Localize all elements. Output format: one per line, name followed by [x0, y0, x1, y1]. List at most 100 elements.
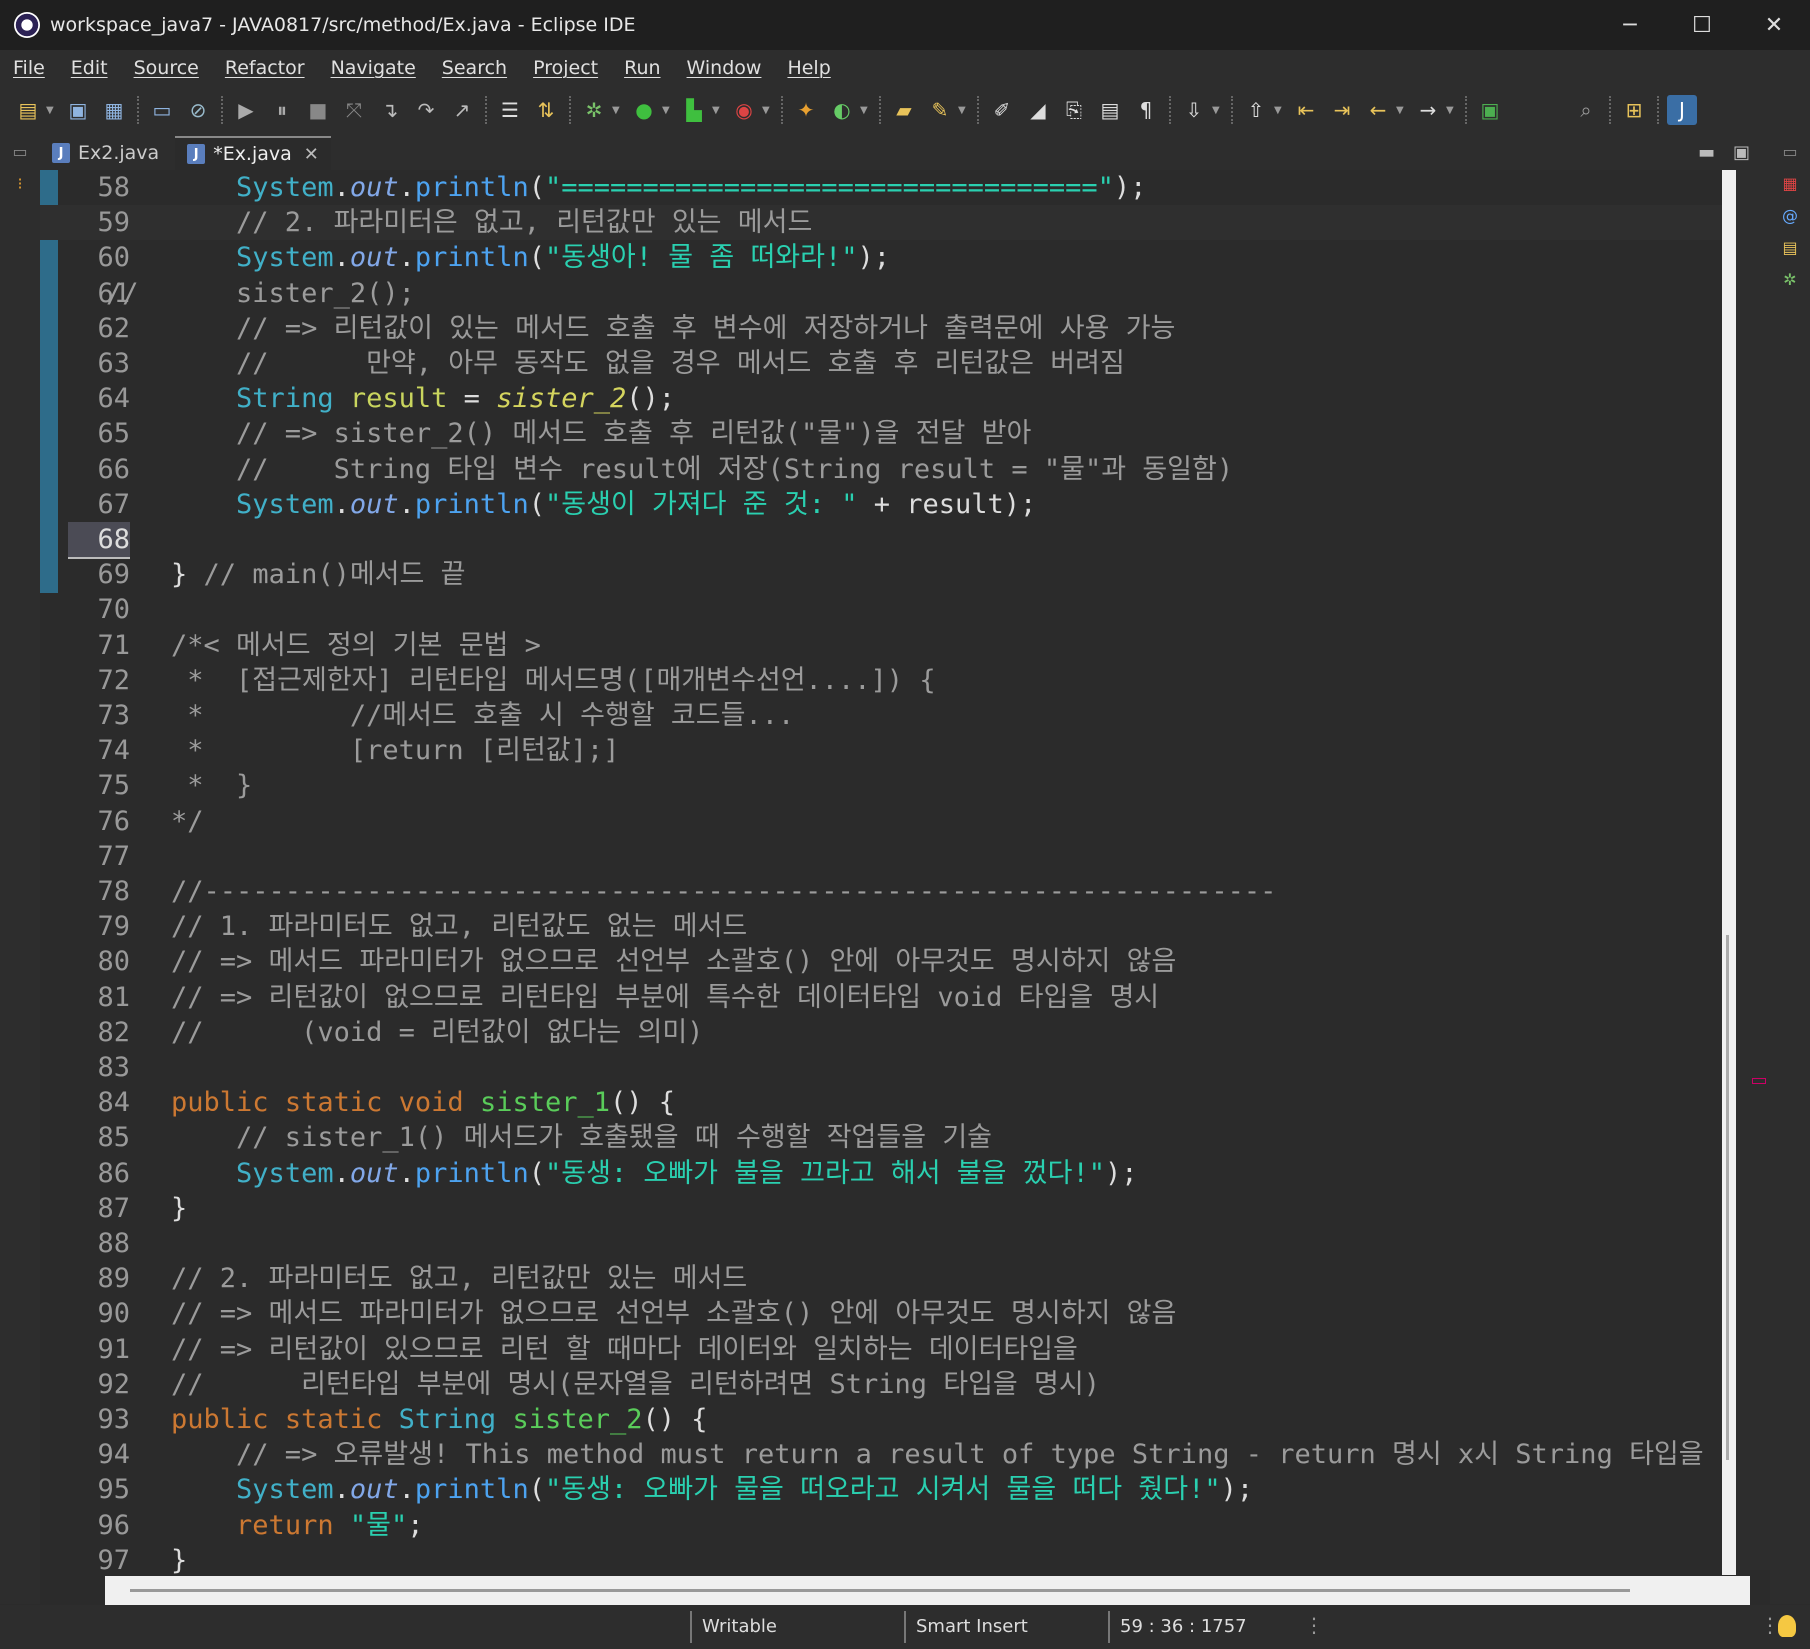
use-step-filters-icon[interactable]: ☰ — [495, 95, 525, 125]
suspend-icon[interactable]: ⏸ — [267, 95, 297, 125]
vertical-scroll-thumb[interactable] — [1726, 935, 1729, 1460]
code-line[interactable]: 91 // => 리턴값이 있으므로 리턴 할 때마다 데이터와 일치하는 데이… — [40, 1332, 1740, 1367]
last-edit-location-icon[interactable]: ⇤ — [1291, 95, 1321, 125]
external-tools-dropdown-icon[interactable]: ▼ — [762, 105, 774, 116]
resume-icon[interactable]: ▶ — [231, 95, 261, 125]
code-line[interactable]: 74 * [return [리턴값];] — [40, 733, 1740, 768]
code-line[interactable]: 97 } — [40, 1543, 1740, 1578]
code-line[interactable]: 60 System.out.println("동생아! 물 좀 떠와라!"); — [40, 240, 1740, 275]
tab-ex2-java[interactable]: J Ex2.java — [40, 136, 171, 170]
maximize-button[interactable]: ☐ — [1666, 0, 1738, 50]
back-dropdown-icon[interactable]: ▼ — [1396, 105, 1408, 116]
horizontal-scroll-thumb[interactable] — [130, 1589, 1630, 1592]
code-line[interactable]: 67 System.out.println("동생이 가져다 준 것: " + … — [40, 487, 1740, 522]
code-line[interactable]: 70 — [40, 592, 1740, 627]
save-all-icon[interactable]: ▦ — [99, 95, 129, 125]
forward-icon[interactable]: → — [1413, 95, 1443, 125]
problems-icon[interactable]: ✲ — [1778, 270, 1802, 294]
menu-search[interactable]: Search — [429, 57, 520, 79]
menu-edit[interactable]: Edit — [58, 57, 121, 79]
restore-icon[interactable]: ▭ — [8, 142, 32, 166]
code-line[interactable]: 94 // => 오류발생! This method must return a… — [40, 1437, 1770, 1472]
menu-refactor[interactable]: Refactor — [212, 57, 318, 79]
code-line[interactable]: 83 — [40, 1050, 1740, 1085]
search-tool-icon[interactable]: ✎ — [925, 95, 955, 125]
new-class-icon[interactable]: ◐ — [827, 95, 857, 125]
back-icon[interactable]: ← — [1363, 95, 1393, 125]
javadoc-icon[interactable]: @ — [1778, 206, 1802, 230]
code-line[interactable]: 61// sister_2(); — [40, 276, 1740, 311]
restore-icon[interactable]: ▭ — [1778, 142, 1802, 166]
vertical-scrollbar[interactable] — [1722, 170, 1736, 1575]
open-type-icon[interactable]: ▰ — [889, 95, 919, 125]
drop-to-frame-icon[interactable]: ⇅ — [531, 95, 561, 125]
search-tool-dropdown-icon[interactable]: ▼ — [958, 105, 970, 116]
coverage-icon[interactable]: ▙ — [679, 95, 709, 125]
status-overflow-icon[interactable]: ⋮ — [1760, 1613, 1780, 1637]
next-annotation-dropdown-icon[interactable]: ▼ — [1212, 105, 1224, 116]
outline-icon[interactable]: ▦ — [1778, 174, 1802, 198]
menu-source[interactable]: Source — [121, 57, 212, 79]
close-window-button[interactable]: ✕ — [1738, 0, 1810, 50]
status-insert-mode[interactable]: Smart Insert — [904, 1611, 1104, 1643]
maximize-view-icon[interactable]: ▣ — [1733, 142, 1750, 163]
code-line[interactable]: 84 public static void sister_1() { — [40, 1085, 1740, 1120]
code-editor[interactable]: 58 System.out.println("=================… — [40, 170, 1770, 1605]
search-icon[interactable]: ⌕ — [1571, 95, 1601, 125]
code-line[interactable]: 86 System.out.println("동생: 오빠가 불을 끄라고 해서… — [40, 1156, 1740, 1191]
code-line[interactable]: 90 // => 메서드 파라미터가 없으므로 선언부 소괄호() 안에 아무것… — [40, 1296, 1740, 1331]
code-line[interactable]: 76 */ — [40, 804, 1740, 839]
code-line[interactable]: 87 } — [40, 1191, 1740, 1226]
code-line[interactable]: 71 /*< 메서드 정의 기본 문법 > — [40, 628, 1740, 663]
code-line[interactable]: 82 // (void = 리턴값이 없다는 의미) — [40, 1015, 1740, 1050]
debug-icon[interactable]: ✲ — [579, 95, 609, 125]
new-dropdown-icon[interactable]: ▼ — [46, 105, 58, 116]
step-return-icon[interactable]: ↗ — [447, 95, 477, 125]
code-line[interactable]: 88 — [40, 1226, 1740, 1261]
menu-run[interactable]: Run — [611, 57, 673, 79]
new-icon[interactable]: ▤ — [13, 95, 43, 125]
code-line[interactable]: 77 — [40, 839, 1740, 874]
close-tab-icon[interactable]: ✕ — [304, 144, 319, 165]
menu-navigate[interactable]: Navigate — [318, 57, 429, 79]
code-line[interactable]: 63 // 만약, 아무 동작도 없을 경우 메서드 호출 후 리턴값은 버려짐 — [40, 346, 1740, 381]
terminal-icon[interactable]: ▭ — [147, 95, 177, 125]
code-line[interactable]: 78 //-----------------------------------… — [40, 874, 1740, 909]
code-line[interactable]: 75 * } — [40, 768, 1740, 803]
code-line[interactable]: 69 } // main()메서드 끝 — [40, 557, 1740, 592]
code-line[interactable]: 79 // 1. 파라미터도 없고, 리턴값도 없는 메서드 — [40, 909, 1740, 944]
toggle-word-wrap-icon[interactable]: ◢ — [1023, 95, 1053, 125]
occurrence-marker[interactable] — [1752, 1078, 1766, 1084]
code-line[interactable]: 96 return "물"; — [40, 1508, 1740, 1543]
code-line[interactable]: 80 // => 메서드 파라미터가 없으므로 선언부 소괄호() 안에 아무것… — [40, 944, 1740, 979]
code-line[interactable]: 85 // sister_1() 메서드가 호출됐을 때 수행할 작업들을 기술 — [40, 1120, 1740, 1155]
toggle-mark-occurrences-icon[interactable]: ✐ — [987, 95, 1017, 125]
code-line[interactable]: 73 * //메서드 호출 시 수행할 코드들... — [40, 698, 1740, 733]
run-dropdown-icon[interactable]: ▼ — [662, 105, 674, 116]
save-icon[interactable]: ▣ — [63, 95, 93, 125]
code-line[interactable]: 62 // => 리턴값이 있는 메서드 호출 후 변수에 저장하거나 출력문에… — [40, 311, 1740, 346]
code-line[interactable]: 65 // => sister_2() 메서드 호출 후 리턴값("물")을 전… — [40, 416, 1740, 451]
external-tools-icon[interactable]: ◉ — [729, 95, 759, 125]
java-perspective-icon[interactable]: J — [1667, 95, 1697, 125]
package-explorer-icon[interactable]: ⁝ — [8, 174, 32, 198]
step-into-icon[interactable]: ↴ — [375, 95, 405, 125]
coverage-dropdown-icon[interactable]: ▼ — [712, 105, 724, 116]
minimize-button[interactable]: ─ — [1594, 0, 1666, 50]
code-line[interactable]: 64 String result = sister_2(); — [40, 381, 1740, 416]
declaration-icon[interactable]: ▤ — [1778, 238, 1802, 262]
code-line[interactable]: 95 System.out.println("동생: 오빠가 물을 떠오라고 시… — [40, 1472, 1740, 1507]
horizontal-scrollbar[interactable] — [105, 1576, 1750, 1606]
run-icon[interactable]: ● — [629, 95, 659, 125]
debug-dropdown-icon[interactable]: ▼ — [612, 105, 624, 116]
step-over-icon[interactable]: ↷ — [411, 95, 441, 125]
code-line[interactable]: 72 * [접근제한자] 리턴타입 메서드명([매개변수선언....]) { — [40, 663, 1740, 698]
next-annotation-icon[interactable]: ⇩ — [1179, 95, 1209, 125]
menu-window[interactable]: Window — [674, 57, 775, 79]
code-line[interactable]: 68 — [40, 522, 1740, 559]
menu-help[interactable]: Help — [774, 57, 843, 79]
code-line[interactable]: 66 // String 타입 변수 result에 저장(String res… — [40, 452, 1740, 487]
previous-annotation-dropdown-icon[interactable]: ▼ — [1274, 105, 1286, 116]
lightbulb-icon[interactable] — [1778, 1615, 1796, 1637]
disconnect-icon[interactable]: ⤧ — [339, 95, 369, 125]
